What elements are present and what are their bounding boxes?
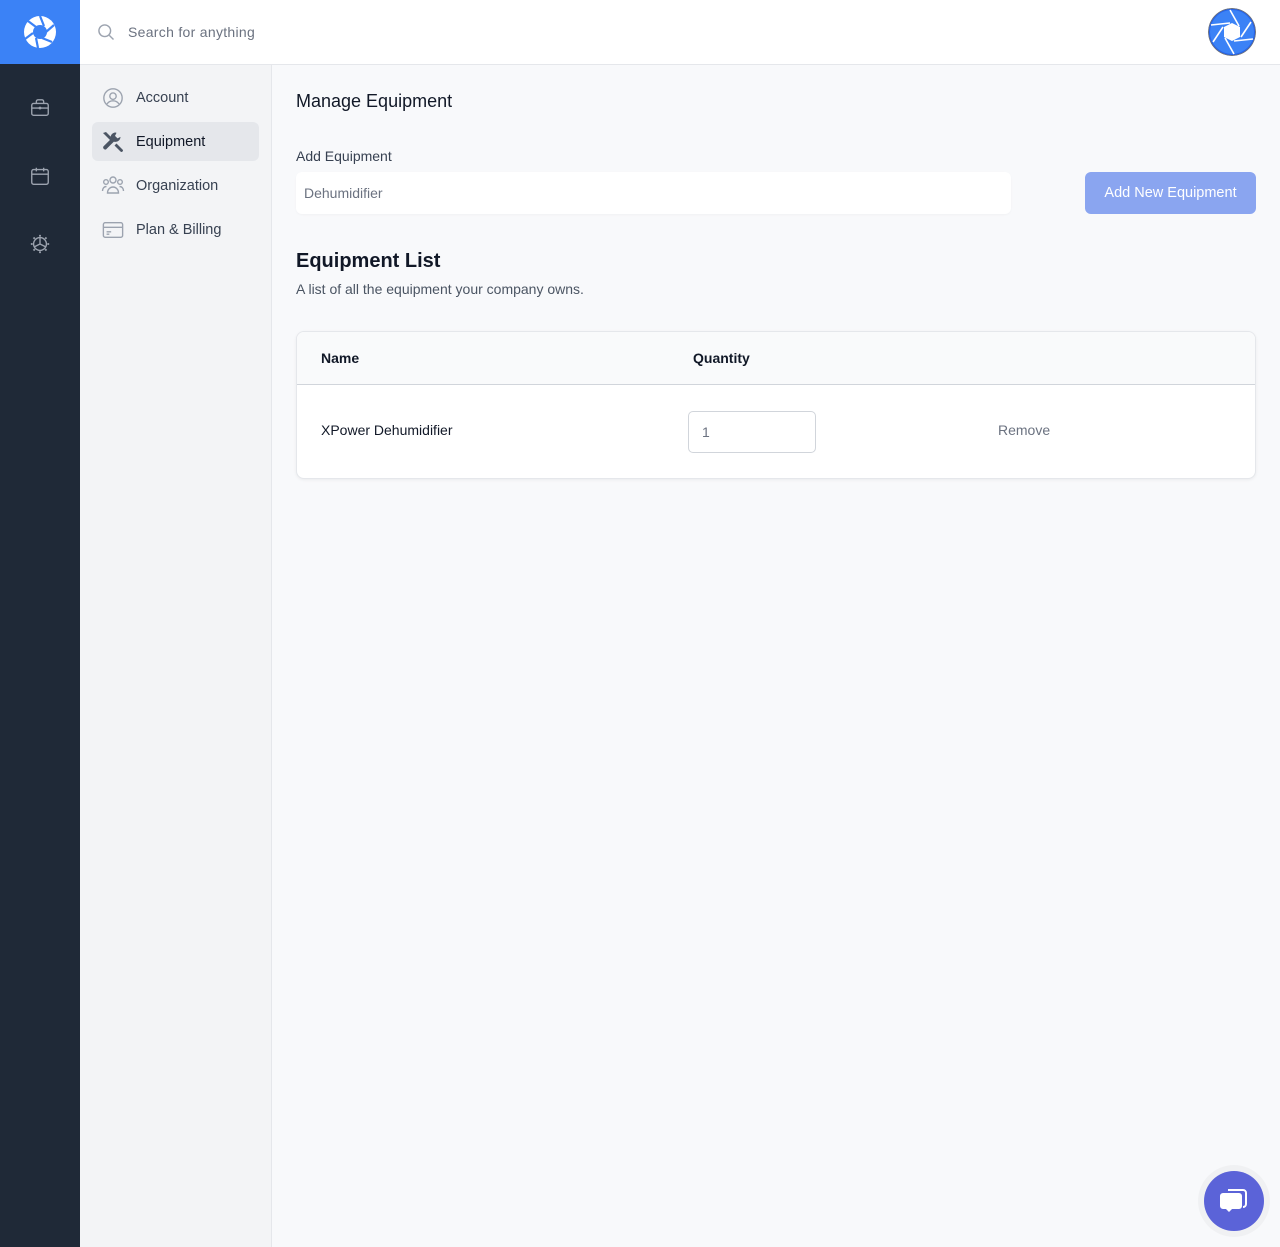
aperture-avatar-icon[interactable] — [1208, 8, 1256, 56]
rail-item-jobs[interactable] — [0, 74, 80, 142]
subnav-item-equipment[interactable]: Equipment — [92, 122, 259, 161]
add-equipment-label: Add Equipment — [296, 148, 392, 164]
subnav-item-organization[interactable]: Organization — [92, 166, 259, 205]
rail-item-settings[interactable] — [0, 210, 80, 278]
equipment-list-description: A list of all the equipment your company… — [296, 281, 584, 297]
quantity-input[interactable] — [688, 410, 816, 453]
subnav-item-plan-billing[interactable]: Plan & Billing — [92, 210, 259, 249]
search-input[interactable] — [128, 24, 528, 40]
main-content: Manage Equipment Add Equipment Add New E… — [272, 65, 1280, 1247]
add-new-equipment-button[interactable]: Add New Equipment — [1085, 172, 1256, 214]
table-row: XPower Dehumidifier Remove — [297, 385, 1255, 478]
add-equipment-row: Add New Equipment — [296, 172, 1256, 214]
search-icon — [98, 24, 115, 41]
settings-subnav: Account Equipment Organization Plan & Bi… — [80, 65, 272, 1247]
subnav-item-label: Organization — [136, 177, 219, 194]
equipment-name: XPower Dehumidifier — [321, 421, 453, 438]
add-equipment-input[interactable] — [296, 172, 1011, 214]
app-logo[interactable] — [0, 0, 80, 64]
wrench-screwdriver-icon — [103, 131, 123, 152]
subnav-item-account[interactable]: Account — [92, 78, 259, 117]
chat-launcher-button[interactable] — [1204, 1171, 1264, 1231]
table-header: Name Quantity — [297, 332, 1255, 385]
credit-card-icon — [102, 221, 124, 238]
subnav-item-label: Plan & Billing — [136, 221, 222, 238]
gear-icon — [30, 234, 50, 254]
remove-button[interactable]: Remove — [998, 422, 1050, 438]
briefcase-icon — [31, 99, 49, 117]
search-bar — [80, 0, 1208, 64]
rail-item-calendar[interactable] — [0, 142, 80, 210]
calendar-icon — [31, 167, 49, 185]
equipment-list-title: Equipment List — [296, 250, 441, 272]
equipment-table: Name Quantity XPower Dehumidifier Remove — [296, 331, 1256, 479]
top-bar — [80, 0, 1280, 65]
aperture-logo-icon — [24, 15, 56, 49]
user-circle-icon — [103, 87, 123, 108]
subnav-item-label: Account — [136, 89, 189, 106]
user-group-icon — [101, 175, 125, 194]
subnav-item-label: Equipment — [136, 133, 206, 150]
chat-bubbles-icon — [1220, 1189, 1247, 1212]
column-header-quantity: Quantity — [693, 350, 750, 366]
app-rail — [0, 0, 80, 1247]
page-title: Manage Equipment — [296, 91, 453, 111]
column-header-name: Name — [321, 350, 360, 366]
